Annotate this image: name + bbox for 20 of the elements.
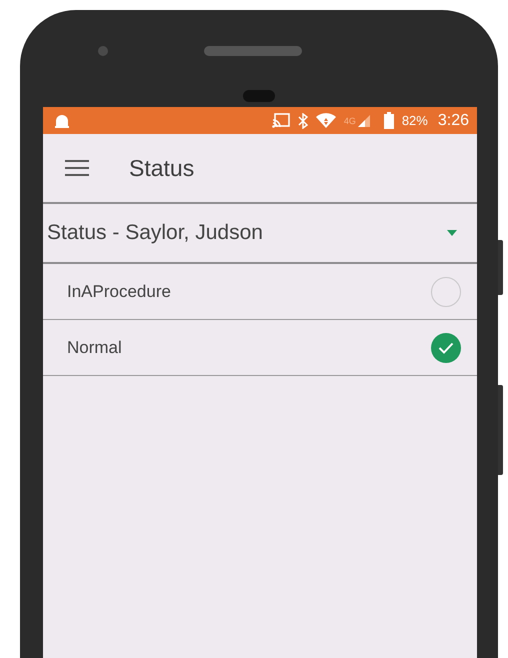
patient-status-dropdown[interactable]: Status - Saylor, Judson (43, 204, 477, 262)
checked-circle-icon[interactable] (431, 332, 461, 362)
side-button[interactable] (498, 240, 503, 295)
cast-icon (272, 113, 290, 128)
clock-time: 3:26 (438, 112, 469, 130)
sensor-icon (243, 90, 275, 102)
battery-percentage: 82% (402, 113, 428, 128)
network-type-label: 4G (344, 116, 356, 126)
camera-icon (98, 46, 108, 56)
battery-icon (384, 112, 394, 129)
signal-icon (358, 114, 370, 126)
menu-icon[interactable] (65, 160, 89, 176)
empty-circle-icon[interactable] (431, 276, 461, 306)
dropdown-caret-icon (447, 230, 457, 236)
status-option[interactable]: Normal (43, 320, 477, 376)
bluetooth-icon (298, 112, 308, 128)
screen-title: Status (129, 154, 194, 182)
wifi-icon (316, 113, 336, 128)
status-option[interactable]: InAProcedure (43, 264, 477, 320)
side-button[interactable] (498, 385, 503, 475)
